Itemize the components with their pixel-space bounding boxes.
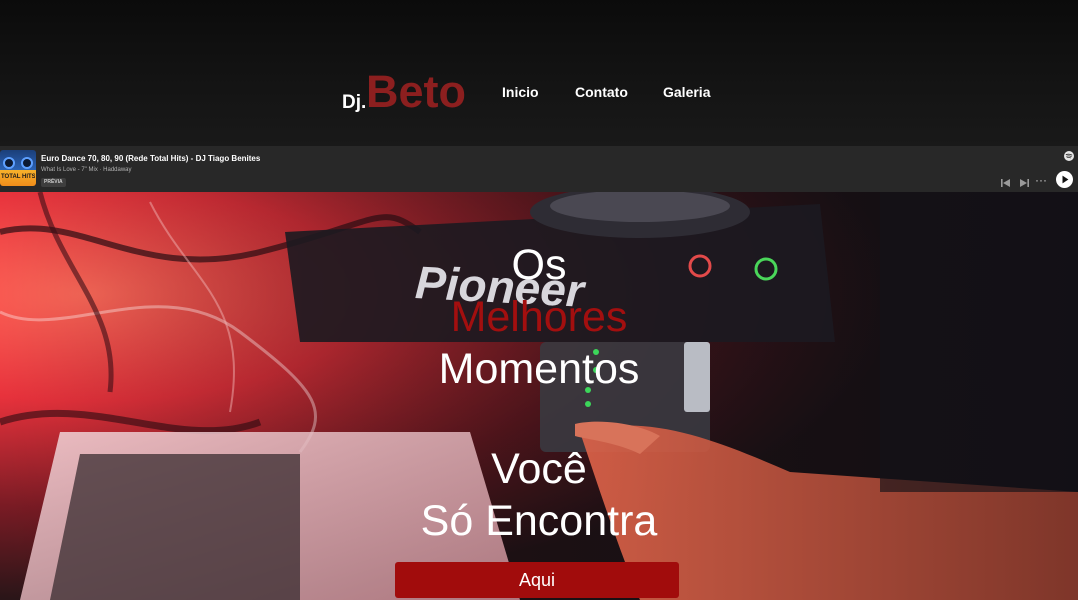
next-icon[interactable] (1018, 178, 1030, 188)
cover-text: TOTAL HITS (1, 174, 35, 180)
more-icon[interactable]: ··· (1035, 173, 1047, 187)
main-nav: Inicio Contato Galeria (0, 84, 1078, 104)
album-cover[interactable]: TOTAL HITS (0, 150, 36, 186)
hero-section: Pioneer Os Melhores Momentos Você Só Enc… (0, 192, 1078, 600)
cover-disc-right (21, 157, 33, 169)
spotify-logo-icon[interactable] (1064, 151, 1074, 161)
nav-link-contato[interactable]: Contato (575, 84, 628, 100)
previous-icon[interactable] (1000, 178, 1012, 188)
playlist-title[interactable]: Euro Dance 70, 80, 90 (Rede Total Hits) … (41, 154, 260, 163)
nav-link-inicio[interactable]: Inicio (502, 84, 539, 100)
track-subtitle[interactable]: What Is Love - 7" Mix · Haddaway (41, 167, 132, 173)
spotify-player: TOTAL HITS Euro Dance 70, 80, 90 (Rede T… (0, 146, 1078, 192)
preview-badge: PRÉVIA (41, 178, 66, 187)
hero-line-momentos: Momentos (438, 345, 640, 393)
hero-line-os: Os (511, 241, 567, 289)
nav-link-galeria[interactable]: Galeria (663, 84, 710, 100)
cta-button-aqui[interactable]: Aqui (395, 562, 679, 598)
cover-disc-left (3, 157, 15, 169)
hero-line-melhores: Melhores (450, 293, 628, 341)
site-header: Dj. Beto Inicio Contato Galeria (0, 0, 1078, 146)
hero-line-so-encontra: Só Encontra (420, 497, 658, 545)
play-icon[interactable] (1056, 171, 1073, 188)
hero-line-voce: Você (491, 445, 587, 493)
